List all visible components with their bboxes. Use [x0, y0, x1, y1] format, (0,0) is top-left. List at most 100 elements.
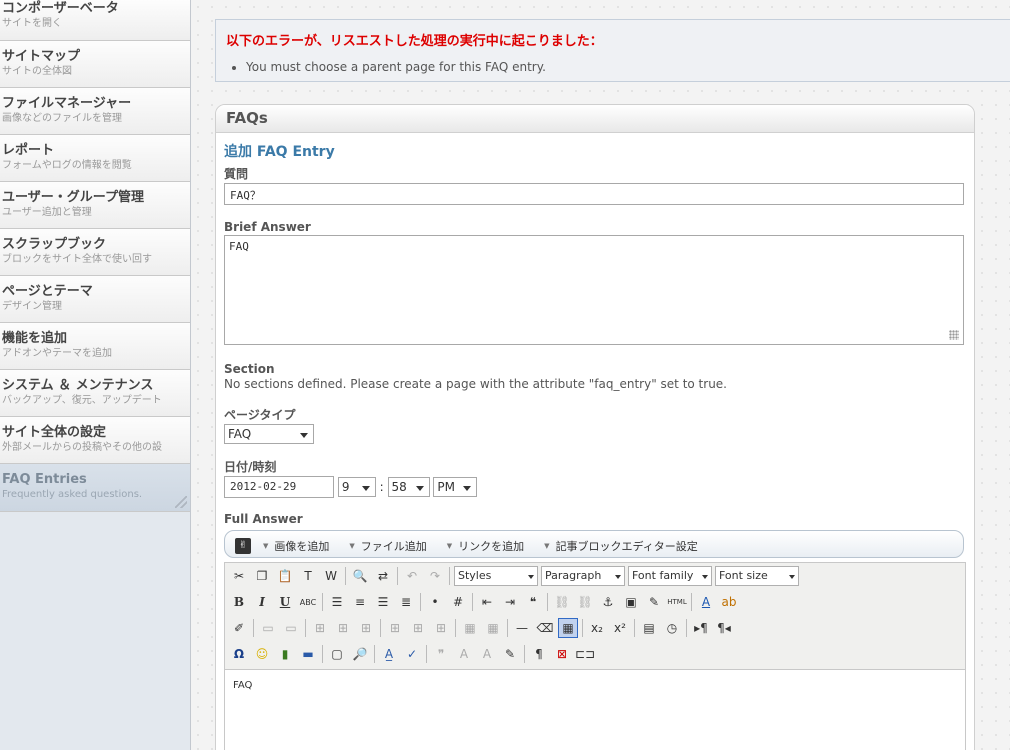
preview-icon[interactable]: 🔎	[350, 644, 370, 664]
question-label: 質問	[224, 167, 249, 181]
insert-row-icon[interactable]: ⊞	[356, 618, 376, 638]
sidebar-item-file-manager[interactable]: ファイルマネージャー 画像などのファイルを管理	[0, 88, 190, 135]
font-size-select[interactable]: Font size	[715, 566, 799, 586]
insert-time-icon[interactable]: ◷	[662, 618, 682, 638]
merge-cell-icon[interactable]: ▦	[460, 618, 480, 638]
row-props-icon[interactable]: ⊞	[310, 618, 330, 638]
underline-icon[interactable]: U	[275, 592, 295, 612]
blockquote-icon[interactable]: ❝	[523, 592, 543, 612]
bold-icon[interactable]: B	[229, 592, 249, 612]
textarea-resize-icon[interactable]	[949, 330, 959, 340]
font-family-select[interactable]: Font family	[628, 566, 712, 586]
toolbar-divider	[524, 645, 525, 663]
sidebar-item-sitemap[interactable]: サイトマップ サイトの全体図	[0, 41, 190, 88]
brief-answer-textarea[interactable]: FAQ	[224, 235, 964, 345]
toolbar-divider	[507, 619, 508, 637]
undo-icon[interactable]: ↶	[402, 566, 422, 586]
align-center-icon[interactable]: ≡	[350, 592, 370, 612]
remove-format-icon[interactable]: ⌫	[535, 618, 555, 638]
sidebar-item-title: ページとテーマ	[2, 284, 93, 299]
insert-col-icon[interactable]: ⊞	[385, 618, 405, 638]
attribs-icon[interactable]: ✎	[500, 644, 520, 664]
html-icon[interactable]: HTML	[667, 592, 687, 612]
cleanup-icon[interactable]: ✎	[644, 592, 664, 612]
show-blocks-icon[interactable]: ¶	[529, 644, 549, 664]
subscript-icon[interactable]: x₂	[587, 618, 607, 638]
sidebar-item-site-settings[interactable]: サイト全体の設定 外部メールからの投稿やその他の設	[0, 417, 190, 464]
hr-icon[interactable]: ▬	[298, 644, 318, 664]
outdent-icon[interactable]: ⇤	[477, 592, 497, 612]
superscript-icon[interactable]: x²	[610, 618, 630, 638]
link-icon[interactable]: ⛓	[552, 592, 572, 612]
split-cell-icon[interactable]: ⊞	[431, 618, 451, 638]
table-icon[interactable]: ▦	[558, 618, 578, 638]
fullscreen-icon[interactable]: ▢	[327, 644, 347, 664]
add-image-button[interactable]: 画像を追加	[263, 538, 329, 554]
align-justify-icon[interactable]: ≣	[396, 592, 416, 612]
page-type-select[interactable]: FAQ	[224, 424, 314, 444]
hour-select[interactable]: 9	[337, 477, 376, 497]
nonbreaking-icon[interactable]: ⊠	[552, 644, 572, 664]
numbered-list-icon[interactable]: #	[448, 592, 468, 612]
paste-text-icon[interactable]: T	[298, 566, 318, 586]
editor-settings-button[interactable]: 記事ブロックエディター設定	[544, 538, 698, 554]
acronym-icon[interactable]: A	[477, 644, 497, 664]
emoticon-icon[interactable]: ☺	[252, 644, 272, 664]
sidebar-item-users-groups[interactable]: ユーザー・グループ管理 ユーザー追加と管理	[0, 182, 190, 229]
anchor-icon[interactable]: ⚓	[598, 592, 618, 612]
minute-select[interactable]: 58	[387, 477, 430, 497]
styles-select[interactable]: Styles	[454, 566, 538, 586]
editor-content-area[interactable]: FAQ	[225, 669, 965, 750]
insert-layer-icon[interactable]: ▭	[258, 618, 278, 638]
pagebreak-icon[interactable]: ⊏⊐	[575, 644, 595, 664]
sidebar-item-scrapbook[interactable]: スクラップブック ブロックをサイト全体で使い回す	[0, 229, 190, 276]
italic-icon[interactable]: I	[252, 592, 272, 612]
align-right-icon[interactable]: ☰	[373, 592, 393, 612]
date-input[interactable]: 2012-02-29	[224, 476, 334, 498]
highlight-color-icon[interactable]: ab	[719, 592, 739, 612]
cut-icon[interactable]: ✂	[229, 566, 249, 586]
strikethrough-icon[interactable]: ABC	[298, 592, 318, 612]
add-link-button[interactable]: リンクを追加	[447, 538, 524, 554]
sidebar-item-system-maintenance[interactable]: システム ＆ メンテナンス バックアップ、復元、アップデート	[0, 370, 190, 417]
insert-date-icon[interactable]: ▤	[639, 618, 659, 638]
question-input[interactable]: FAQ？	[224, 183, 964, 205]
styleprops-icon[interactable]: A̲	[379, 644, 399, 664]
abbr-icon[interactable]: A	[454, 644, 474, 664]
sidebar-item-pages-themes[interactable]: ページとテーマ デザイン管理	[0, 276, 190, 323]
rtl-icon[interactable]: ¶◂	[714, 618, 734, 638]
unlink-icon[interactable]: ⛓	[575, 592, 595, 612]
cite-icon[interactable]: ❞	[431, 644, 451, 664]
toolbar-divider	[322, 593, 323, 611]
special-char-icon[interactable]: Ω	[229, 644, 249, 664]
cell-props-icon[interactable]: ⊞	[333, 618, 353, 638]
redo-icon[interactable]: ↷	[425, 566, 445, 586]
sidebar-item-add-functionality[interactable]: 機能を追加 アドオンやテーマを追加	[0, 323, 190, 370]
spellcheck-icon[interactable]: ✓	[402, 644, 422, 664]
sidebar-item-composer[interactable]: コンポーザーベータ サイトを開く	[0, 0, 190, 41]
sidebar-item-title: ファイルマネージャー	[2, 96, 132, 111]
edit-css-icon[interactable]: ✐	[229, 618, 249, 638]
ampm-select[interactable]: PM	[433, 477, 478, 497]
copy-icon[interactable]: ❐	[252, 566, 272, 586]
replace-icon[interactable]: ⇄	[373, 566, 393, 586]
table-props-icon[interactable]: ▦	[483, 618, 503, 638]
indent-icon[interactable]: ⇥	[500, 592, 520, 612]
add-file-button[interactable]: ファイル追加	[349, 538, 427, 554]
align-left-icon[interactable]: ☰	[327, 592, 347, 612]
resize-grip-icon[interactable]	[175, 496, 187, 508]
paragraph-select[interactable]: Paragraph	[541, 566, 625, 586]
paste-word-icon[interactable]: W	[321, 566, 341, 586]
find-icon[interactable]: 🔍	[350, 566, 370, 586]
bullet-list-icon[interactable]: •	[425, 592, 445, 612]
paste-icon[interactable]: 📋	[275, 566, 295, 586]
absolute-icon[interactable]: ▭	[281, 618, 301, 638]
text-color-icon[interactable]: A	[696, 592, 716, 612]
horizontal-rule-icon[interactable]: —	[512, 618, 532, 638]
media-icon[interactable]: ▮	[275, 644, 295, 664]
sidebar-item-reports[interactable]: レポート フォームやログの情報を閲覧	[0, 135, 190, 182]
ltr-icon[interactable]: ▸¶	[691, 618, 711, 638]
sidebar-item-faq-entries[interactable]: FAQ Entries Frequently asked questions.	[0, 464, 190, 512]
image-icon[interactable]: ▣	[621, 592, 641, 612]
delete-col-icon[interactable]: ⊞	[408, 618, 428, 638]
